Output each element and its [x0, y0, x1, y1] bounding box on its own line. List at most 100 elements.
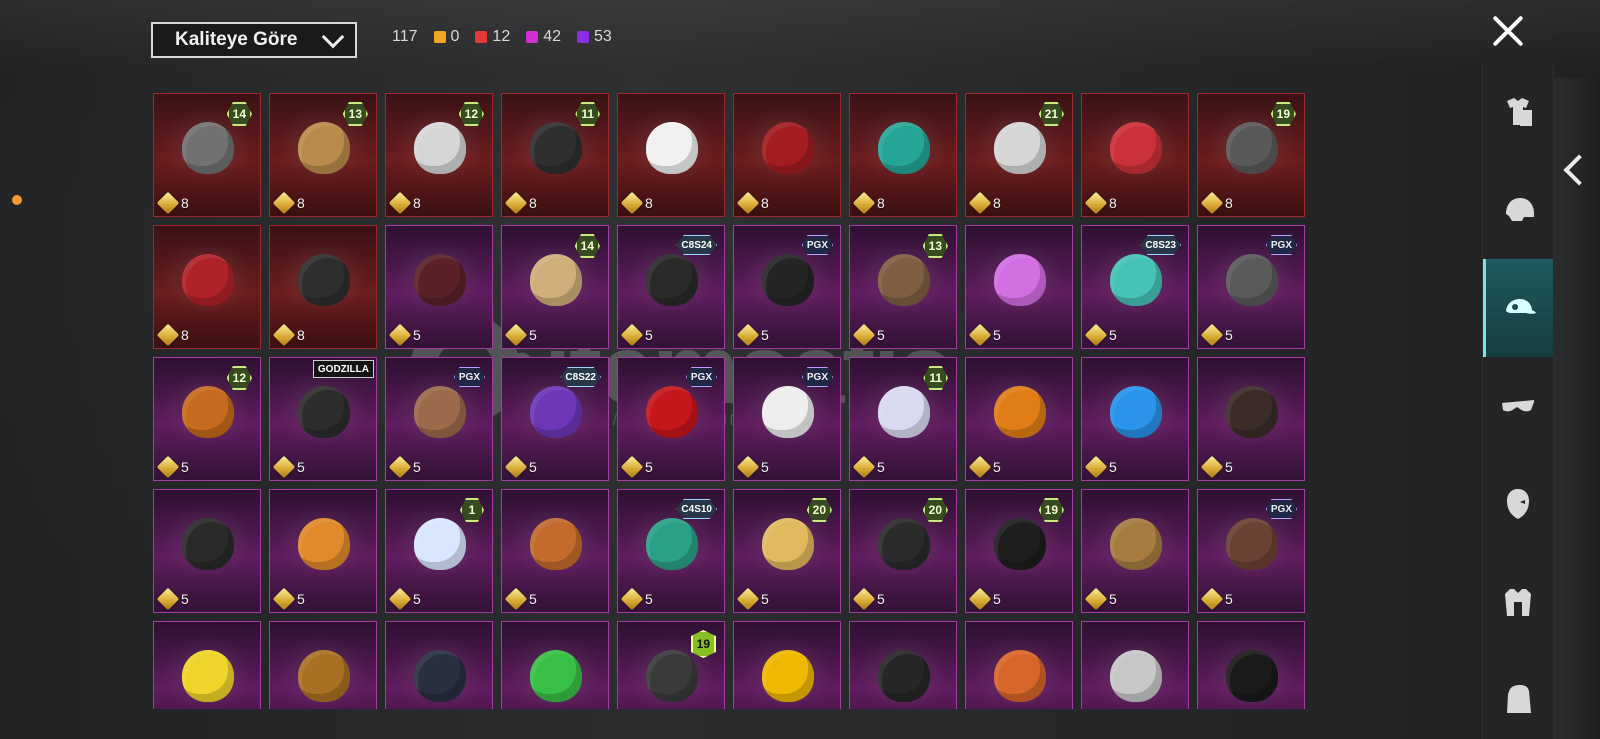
inventory-item[interactable]: [733, 621, 841, 709]
gold-diamond-icon: [620, 587, 644, 611]
item-badge: C8S23: [1140, 235, 1181, 255]
item-value: 8: [156, 191, 189, 215]
gold-diamond-icon: [1200, 323, 1224, 347]
tab-outfit[interactable]: [1483, 63, 1553, 161]
headwear-icon: [1110, 122, 1162, 174]
gold-diamond-icon: [156, 191, 180, 215]
inventory-item[interactable]: [385, 621, 493, 709]
headwear-icon: [878, 386, 930, 438]
tab-glasses[interactable]: [1483, 357, 1553, 455]
inventory-item[interactable]: [269, 621, 377, 709]
inventory-item[interactable]: 5: [153, 489, 261, 613]
tab-jacket[interactable]: [1483, 553, 1553, 651]
inventory-item[interactable]: 8: [269, 225, 377, 349]
inventory-item[interactable]: 5: [385, 225, 493, 349]
item-value-label: 5: [645, 591, 653, 607]
inventory-item[interactable]: 14 5: [501, 225, 609, 349]
item-value-label: 5: [1225, 591, 1233, 607]
sort-dropdown[interactable]: Kaliteye Göre: [151, 22, 357, 58]
inventory-item[interactable]: 21 8: [965, 93, 1073, 217]
gold-diamond-icon: [1084, 323, 1108, 347]
inventory-item[interactable]: 20 5: [849, 489, 957, 613]
tab-backpack[interactable]: [1483, 651, 1553, 739]
headwear-icon: [298, 650, 350, 702]
inventory-item[interactable]: 8: [733, 93, 841, 217]
inventory-item[interactable]: 19: [617, 621, 725, 709]
inventory-item[interactable]: 12 5: [153, 357, 261, 481]
inventory-item[interactable]: C4S10 5: [617, 489, 725, 613]
item-value: 5: [852, 323, 885, 347]
headwear-icon: [878, 650, 930, 702]
inventory-item[interactable]: 8: [617, 93, 725, 217]
item-value-label: 8: [645, 195, 653, 211]
item-badge: PGX: [1265, 499, 1297, 519]
headwear-icon: [994, 650, 1046, 702]
inventory-item[interactable]: 8: [849, 93, 957, 217]
gold-diamond-icon: [156, 455, 180, 479]
inventory-item[interactable]: C8S22 5: [501, 357, 609, 481]
inventory-item[interactable]: PGX 5: [385, 357, 493, 481]
category-sidebar: [1482, 63, 1554, 739]
inventory-item[interactable]: 5: [965, 225, 1073, 349]
stat-pink-value: 42: [543, 28, 562, 45]
item-badge: 1: [460, 498, 484, 522]
inventory-item[interactable]: 11 8: [501, 93, 609, 217]
inventory-item[interactable]: 14 8: [153, 93, 261, 217]
collapse-sidebar-button[interactable]: [1560, 145, 1586, 201]
gold-diamond-icon: [852, 323, 876, 347]
item-badge: PGX: [801, 235, 833, 255]
item-value-label: 5: [413, 591, 421, 607]
inventory-item[interactable]: 20 5: [733, 489, 841, 613]
inventory-item[interactable]: [1197, 621, 1305, 709]
inventory-item[interactable]: PGX 5: [1197, 225, 1305, 349]
inventory-item[interactable]: C8S23 5: [1081, 225, 1189, 349]
inventory-item[interactable]: C8S24 5: [617, 225, 725, 349]
inventory-item[interactable]: PGX 5: [1197, 489, 1305, 613]
inventory-item[interactable]: GODZILLA 5: [269, 357, 377, 481]
inventory-item[interactable]: 11 5: [849, 357, 957, 481]
inventory-item[interactable]: 19 5: [965, 489, 1073, 613]
inventory-item[interactable]: 5: [501, 489, 609, 613]
item-value: 5: [736, 587, 769, 611]
inventory-item[interactable]: 8: [1081, 93, 1189, 217]
item-value-label: 5: [413, 459, 421, 475]
tab-cap[interactable]: [1483, 259, 1553, 357]
item-value-label: 5: [297, 591, 305, 607]
inventory-item[interactable]: 19 8: [1197, 93, 1305, 217]
inventory-item[interactable]: [153, 621, 261, 709]
inventory-item[interactable]: [1081, 621, 1189, 709]
inventory-item[interactable]: 5: [965, 357, 1073, 481]
inventory-item[interactable]: 13 5: [849, 225, 957, 349]
inventory-item[interactable]: 5: [1081, 357, 1189, 481]
gold-diamond-icon: [1084, 455, 1108, 479]
inventory-item[interactable]: 15: [385, 489, 493, 613]
tab-helmet[interactable]: [1483, 161, 1553, 259]
gold-diamond-icon: [388, 587, 412, 611]
inventory-item[interactable]: [965, 621, 1073, 709]
inventory-item[interactable]: 5: [1081, 489, 1189, 613]
headwear-icon: [994, 518, 1046, 570]
inventory-item[interactable]: PGX 5: [733, 357, 841, 481]
item-value-label: 8: [181, 327, 189, 343]
inventory-item[interactable]: PGX 5: [733, 225, 841, 349]
inventory-item[interactable]: 12 8: [385, 93, 493, 217]
headwear-icon: [878, 254, 930, 306]
inventory-item[interactable]: PGX 5: [617, 357, 725, 481]
inventory-item[interactable]: 5: [269, 489, 377, 613]
gold-diamond-icon: [852, 455, 876, 479]
inventory-item[interactable]: 5: [1197, 357, 1305, 481]
inventory-item[interactable]: [849, 621, 957, 709]
tab-mask[interactable]: [1483, 455, 1553, 553]
headwear-icon: [1110, 518, 1162, 570]
headwear-icon: [1110, 386, 1162, 438]
item-value-label: 5: [1109, 591, 1117, 607]
item-badge: C8S22: [560, 367, 601, 387]
inventory-item[interactable]: [501, 621, 609, 709]
gold-diamond-icon: [852, 191, 876, 215]
close-button[interactable]: [1488, 11, 1528, 51]
headwear-icon: [182, 386, 234, 438]
inventory-item[interactable]: 13 8: [269, 93, 377, 217]
item-badge: 21: [1038, 102, 1064, 126]
inventory-item[interactable]: 8: [153, 225, 261, 349]
headwear-icon: [646, 122, 698, 174]
